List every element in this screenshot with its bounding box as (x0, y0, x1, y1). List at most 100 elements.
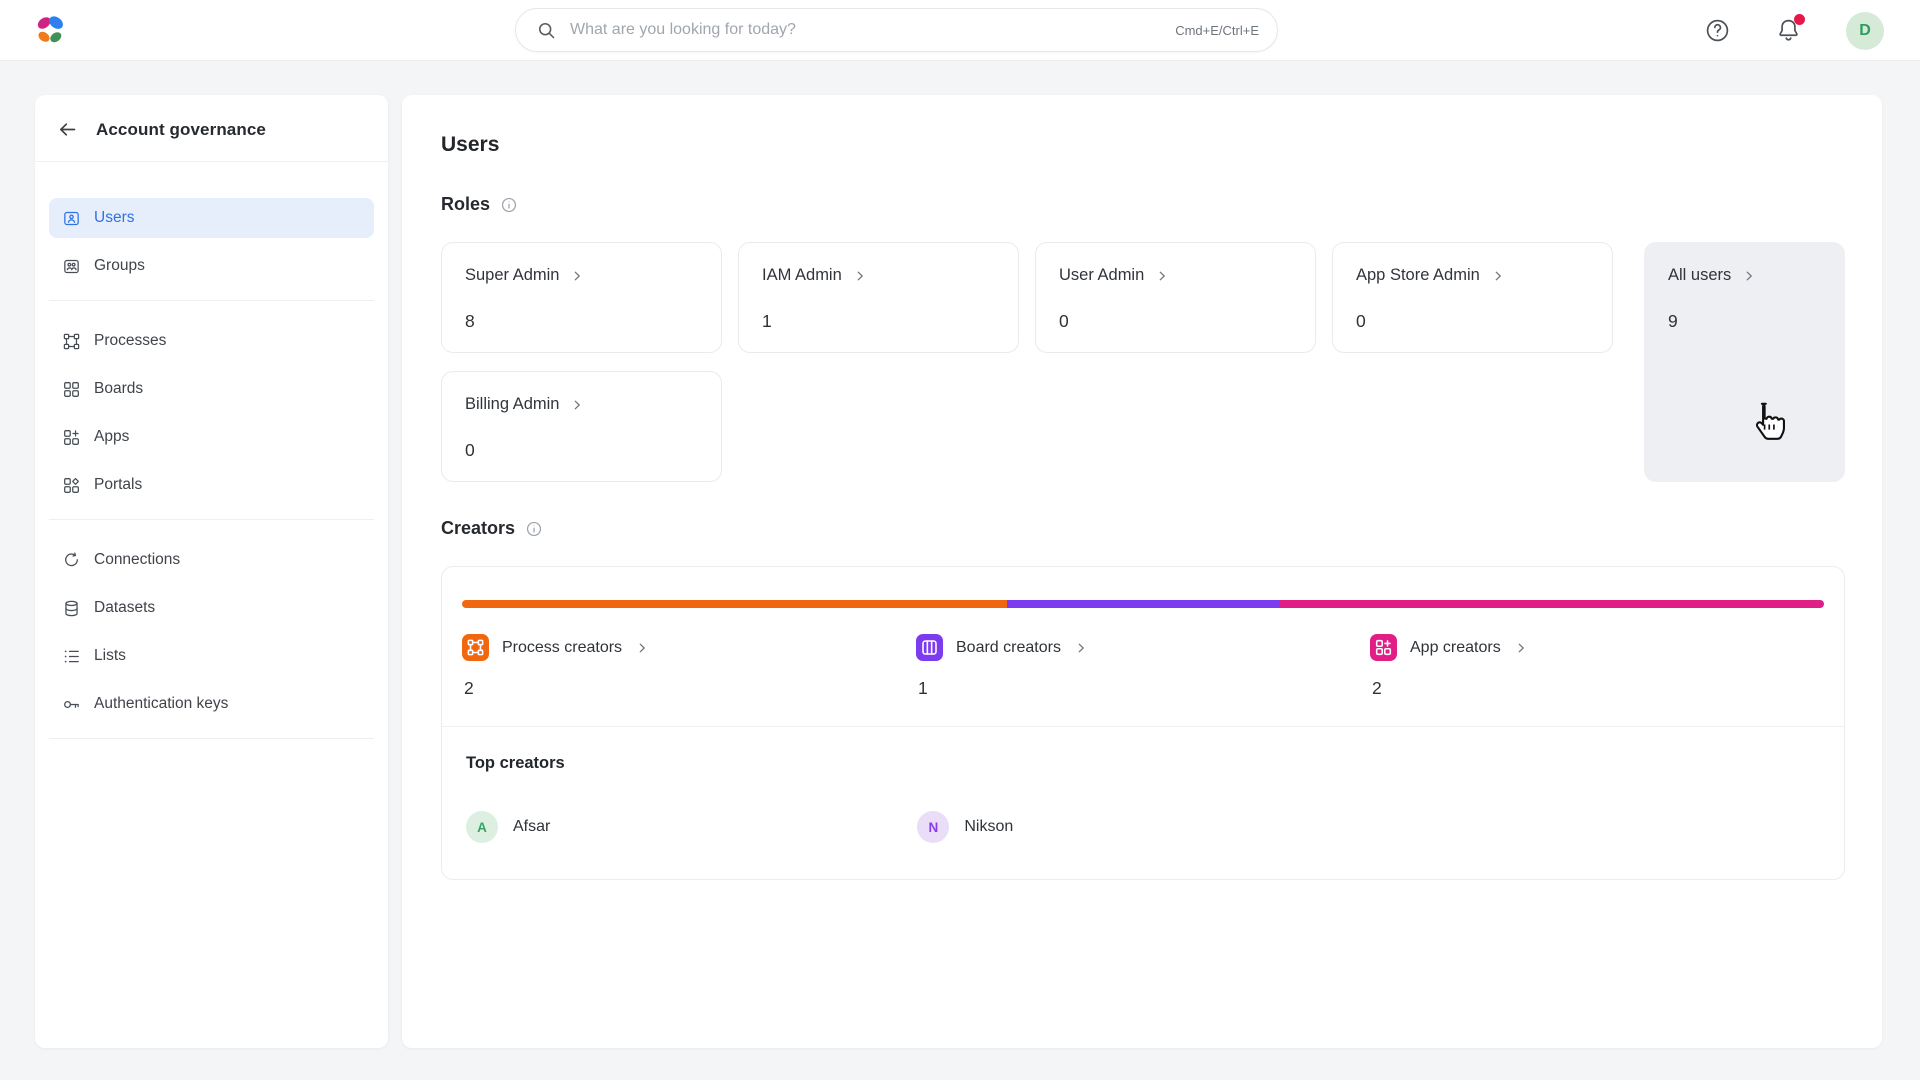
sidebar-item-connections[interactable]: Connections (49, 540, 374, 580)
sidebar-item-users[interactable]: Users (49, 198, 374, 238)
role-count: 1 (762, 311, 995, 332)
help-icon[interactable] (1704, 17, 1731, 44)
board-bar-segment (1007, 600, 1279, 608)
creators-card: Process creators2Board creators1App crea… (441, 566, 1845, 880)
chevron-right-icon (1491, 269, 1505, 283)
creators-info-icon[interactable] (525, 520, 543, 538)
creators-section-header: Creators (441, 518, 1845, 539)
stat-count: 2 (1370, 678, 1824, 699)
sidebar-item-label: Lists (94, 647, 126, 665)
key-icon (62, 695, 81, 714)
groups-icon (62, 257, 81, 276)
sidebar-item-groups[interactable]: Groups (49, 246, 374, 286)
sidebar-item-label: Connections (94, 551, 180, 569)
chevron-right-icon (1074, 641, 1088, 655)
sidebar-item-authentication-keys[interactable]: Authentication keys (49, 684, 374, 724)
sidebar-item-label: Groups (94, 257, 145, 275)
stat-app-creators: App creators 2 (1370, 634, 1824, 699)
role-label: User Admin (1059, 266, 1144, 285)
top-creators-list: AAfsarNNikson (466, 811, 1820, 843)
stat-count: 1 (916, 678, 1370, 699)
sidebar-item-datasets[interactable]: Datasets (49, 588, 374, 628)
sidebar-item-label: Authentication keys (94, 695, 228, 713)
role-count: 0 (465, 440, 698, 461)
stat-link-board-creators[interactable]: Board creators (916, 634, 1370, 661)
role-card-header: Billing Admin (465, 395, 698, 414)
chevron-right-icon (1155, 269, 1169, 283)
sidebar-header: Account governance (35, 95, 388, 161)
chevron-right-icon (853, 269, 867, 283)
creator-avatar: A (466, 811, 498, 843)
role-card-super-admin[interactable]: Super Admin8 (441, 242, 722, 353)
process-creators-icon (462, 634, 489, 661)
search-shortcut-hint: Cmd+E/Ctrl+E (1175, 23, 1259, 38)
sidebar-group-divider (49, 738, 374, 739)
role-card-user-admin[interactable]: User Admin 0 (1035, 242, 1316, 353)
role-card-header: All users (1668, 266, 1821, 285)
creator-name: Afsar (513, 818, 550, 836)
processes-icon (62, 332, 81, 351)
stat-board-creators: Board creators 1 (916, 634, 1370, 699)
role-card-header: App Store Admin (1356, 266, 1589, 285)
role-count: 9 (1668, 311, 1821, 332)
role-label: IAM Admin (762, 266, 842, 285)
global-search: Cmd+E/Ctrl+E (515, 8, 1278, 52)
app-bar-segment (1279, 600, 1824, 608)
sidebar-nav: Users Groups Processes Boards Apps Portals Con… (35, 162, 388, 739)
user-avatar[interactable]: D (1846, 12, 1884, 50)
role-count: 0 (1356, 311, 1589, 332)
sidebar-item-lists[interactable]: Lists (49, 636, 374, 676)
roles-section-header: Roles (441, 194, 1845, 215)
portals-icon (62, 476, 81, 495)
stat-label: Process creators (502, 639, 622, 657)
sidebar-item-label: Apps (94, 428, 129, 446)
datasets-icon (62, 599, 81, 618)
role-count: 0 (1059, 311, 1292, 332)
role-label: App Store Admin (1356, 266, 1480, 285)
role-card-iam-admin[interactable]: IAM Admin 1 (738, 242, 1019, 353)
sidebar-title: Account governance (96, 120, 266, 140)
users-panel: Users Roles Super Admin8 IAM Admin 1 User A… (402, 95, 1882, 1048)
app-logo-icon[interactable] (35, 15, 65, 45)
chevron-right-icon (1742, 269, 1756, 283)
roles-heading: Roles (441, 194, 490, 215)
connections-icon (62, 551, 81, 570)
sidebar-item-processes[interactable]: Processes (49, 321, 374, 361)
back-arrow-icon[interactable] (57, 119, 78, 140)
sidebar-item-apps[interactable]: Apps (49, 417, 374, 457)
roles-info-icon[interactable] (500, 196, 518, 214)
role-card-app-store-admin[interactable]: App Store Admin 0 (1332, 242, 1613, 353)
topbar-actions: D (1704, 0, 1884, 61)
sidebar-item-label: Boards (94, 380, 143, 398)
role-label: All users (1668, 266, 1731, 285)
chevron-right-icon (570, 398, 584, 412)
top-creator-afsar: A Afsar (466, 811, 917, 843)
role-card-header: IAM Admin (762, 266, 995, 285)
sidebar-item-label: Processes (94, 332, 166, 350)
notifications-bell-icon[interactable] (1775, 17, 1802, 44)
sidebar-item-portals[interactable]: Portals (49, 465, 374, 505)
search-input[interactable] (570, 21, 1175, 39)
creator-avatar: N (917, 811, 949, 843)
stat-label: Board creators (956, 639, 1061, 657)
topbar: Cmd+E/Ctrl+E D (0, 0, 1920, 61)
search-icon (536, 20, 557, 41)
apps-icon (62, 428, 81, 447)
role-card-header: User Admin (1059, 266, 1292, 285)
stat-label: App creators (1410, 639, 1501, 657)
role-card-all-users[interactable]: All users 9 (1644, 242, 1845, 482)
stat-link-app-creators[interactable]: App creators (1370, 634, 1824, 661)
top-creators-section: Top creators AAfsarNNikson (442, 727, 1844, 879)
creator-distribution-bar (462, 600, 1824, 608)
stat-link-process-creators[interactable]: Process creators (462, 634, 916, 661)
boards-icon (62, 380, 81, 399)
sidebar-group-divider (49, 300, 374, 301)
process-bar-segment (462, 600, 1007, 608)
sidebar-item-boards[interactable]: Boards (49, 369, 374, 409)
lists-icon (62, 647, 81, 666)
role-label: Super Admin (465, 266, 559, 285)
sidebar-item-label: Datasets (94, 599, 155, 617)
role-card-billing-admin[interactable]: Billing Admin 0 (441, 371, 722, 482)
stat-count: 2 (462, 678, 916, 699)
page-title: Users (441, 133, 1845, 157)
